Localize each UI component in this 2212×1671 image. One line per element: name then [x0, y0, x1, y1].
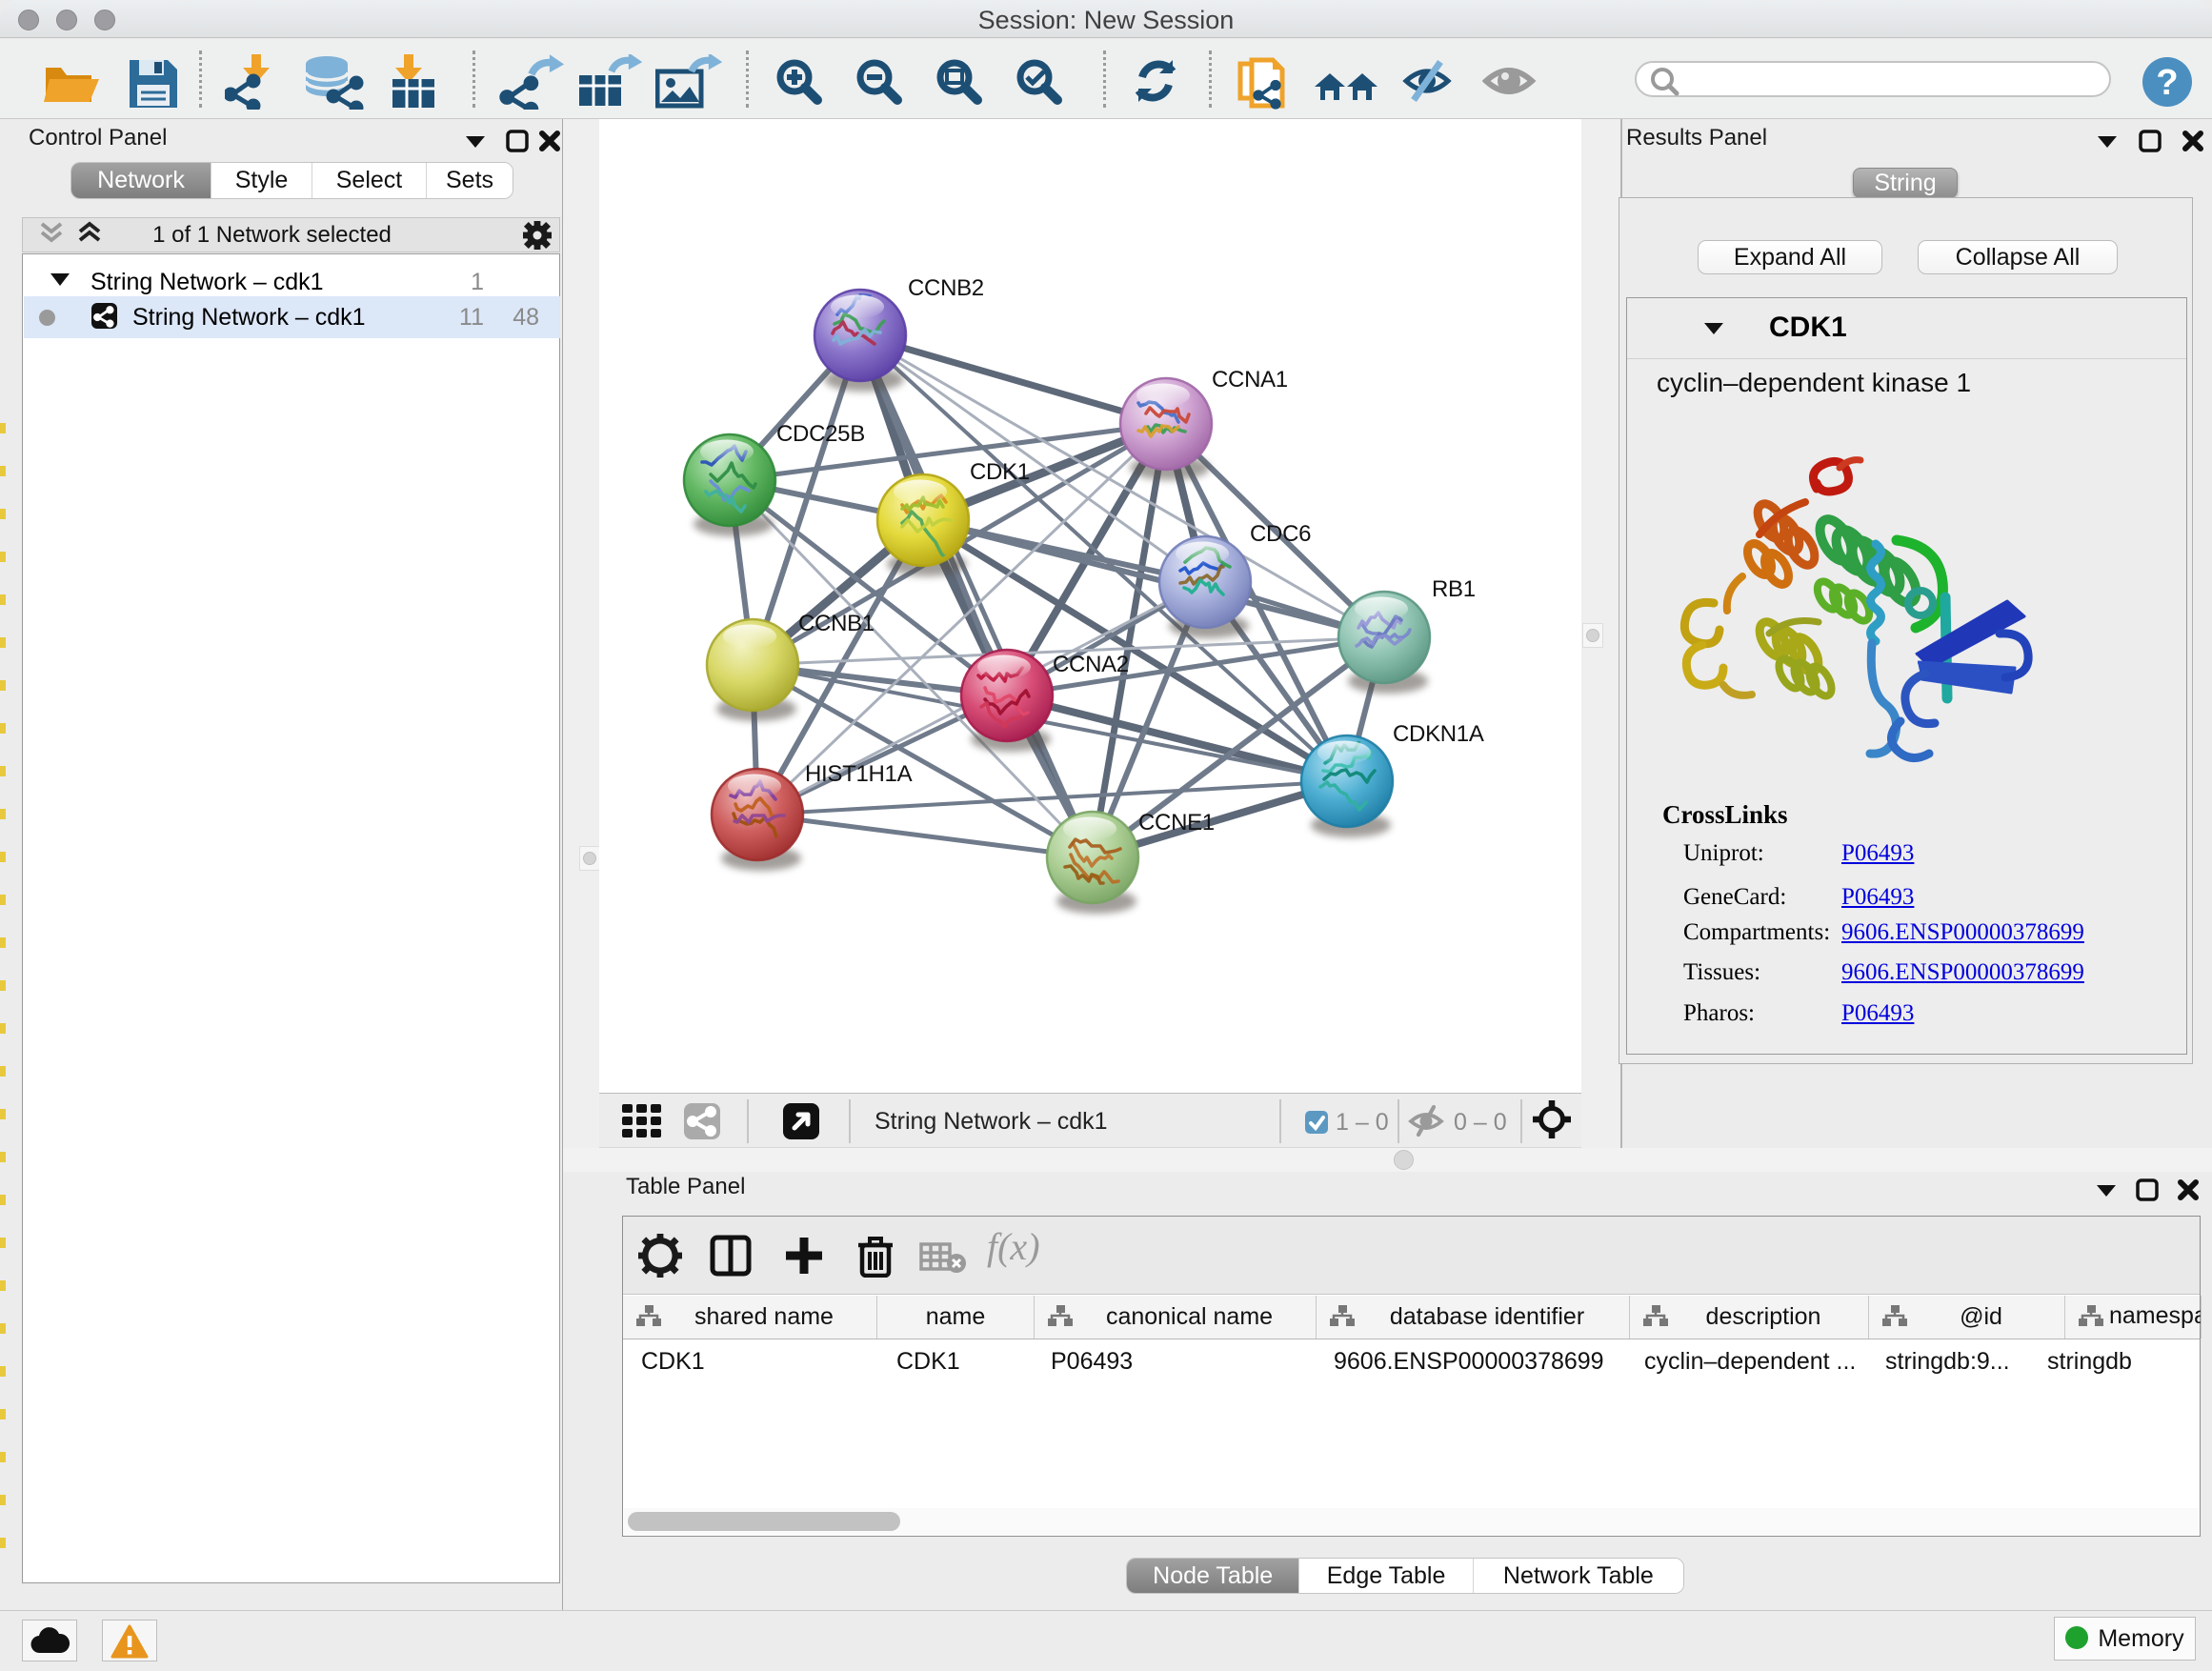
svg-text:CCNA1: CCNA1 [1212, 367, 1288, 393]
svg-text:CCNA2: CCNA2 [1053, 652, 1129, 677]
svg-text:CCNB1: CCNB1 [798, 611, 875, 636]
svg-text:CDKN1A: CDKN1A [1393, 721, 1484, 747]
svg-text:CDC6: CDC6 [1250, 521, 1311, 547]
svg-text:HIST1H1A: HIST1H1A [805, 761, 913, 787]
svg-text:RB1: RB1 [1432, 576, 1476, 602]
svg-text:CCNE1: CCNE1 [1138, 810, 1215, 836]
svg-text:CCNB2: CCNB2 [908, 275, 984, 301]
svg-text:CDK1: CDK1 [970, 459, 1030, 485]
svg-text:?: ? [2156, 63, 2178, 103]
svg-text:CDC25B: CDC25B [776, 421, 865, 447]
